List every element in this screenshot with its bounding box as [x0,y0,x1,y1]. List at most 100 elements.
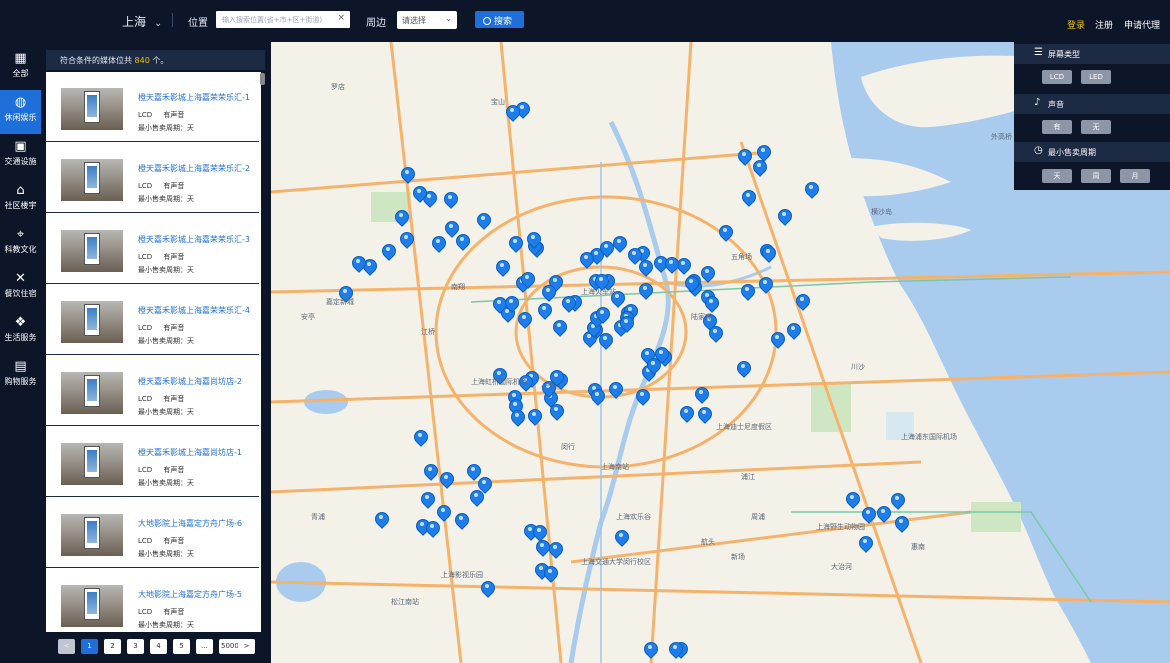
screen-type-option[interactable]: LCD [1042,70,1072,84]
map-pin-icon[interactable] [613,236,625,254]
rail-item-education[interactable]: ⌖ 科教文化 [0,222,41,266]
prev-page-button[interactable]: < [58,639,75,654]
location-input[interactable]: 输入搜索位置(省+市+区+街道) × [216,11,350,28]
media-list-item[interactable]: 橙天嘉禾影城上海嘉荣荣乐汇-1 LCD 有声音 最小售卖周期：天 [46,72,259,142]
map-pin-icon[interactable] [521,272,533,290]
map-pin-icon[interactable] [620,316,632,334]
media-title[interactable]: 大地影院上海嘉定方舟广场-6 [138,518,256,529]
screen-type-option[interactable]: LED [1081,70,1111,84]
map-pin-icon[interactable] [544,566,556,584]
map-pin-icon[interactable] [505,296,517,314]
map-pin-icon[interactable] [424,464,436,482]
city-selector[interactable]: 上海 ⌄ [122,13,162,30]
map-pin-icon[interactable] [528,409,540,427]
search-button[interactable]: 搜索 [475,11,524,28]
map-pin-icon[interactable] [680,406,692,424]
map-pin-icon[interactable] [628,248,640,266]
media-list-item[interactable]: 橙天嘉禾影城上海嘉荣荣乐汇-3 LCD 有声音 最小售卖周期：天 [46,214,259,284]
period-option[interactable]: 月 [1120,169,1150,183]
rail-item-all[interactable]: ▦ 全部 [0,46,41,90]
map-pin-icon[interactable] [600,241,612,259]
map-pin-icon[interactable] [709,326,721,344]
map-pin-icon[interactable] [401,167,413,185]
map-pin-icon[interactable] [639,260,651,278]
rail-item-transport[interactable]: ▣ 交通设施 [0,134,41,178]
page-button[interactable]: 4 [150,639,167,654]
map-pin-icon[interactable] [787,323,799,341]
map-pin-icon[interactable] [669,642,681,660]
map-pin-icon[interactable] [506,105,518,123]
map-pin-icon[interactable] [456,234,468,252]
map-pin-icon[interactable] [778,209,790,227]
media-list-item[interactable]: 大地影院上海嘉定方舟广场-5 LCD 有声音 最小售卖周期：天 [46,569,259,632]
nearby-select[interactable]: 请选择 ⌄ [397,11,457,29]
map-pin-icon[interactable] [440,472,452,490]
map-pin-icon[interactable] [685,276,697,294]
page-button[interactable]: 1 [81,639,98,654]
map-pin-icon[interactable] [414,430,426,448]
map-pin-icon[interactable] [753,160,765,178]
login-link[interactable]: 登录 [1067,18,1085,31]
map-pin-icon[interactable] [615,530,627,548]
map-pin-icon[interactable] [877,506,889,524]
map-pin-icon[interactable] [636,389,648,407]
scrollbar[interactable] [260,73,265,85]
media-title[interactable]: 橙天嘉禾影城上海嘉尚坊店-1 [138,447,256,458]
map-pin-icon[interactable] [382,244,394,262]
map-pin-icon[interactable] [737,361,749,379]
media-title[interactable]: 橙天嘉禾影城上海嘉荣荣乐汇-3 [138,234,256,245]
rail-item-dining[interactable]: ✕ 餐饮住宿 [0,266,41,310]
media-title[interactable]: 橙天嘉禾影城上海嘉尚坊店-2 [138,376,256,387]
media-list-item[interactable]: 橙天嘉禾影城上海嘉荣荣乐汇-2 LCD 有声音 最小售卖周期：天 [46,143,259,213]
map-pin-icon[interactable] [478,477,490,495]
map-pin-icon[interactable] [352,256,364,274]
map-pin-icon[interactable] [549,542,561,560]
map-pin-icon[interactable] [580,252,592,270]
map-pin-icon[interactable] [796,294,808,312]
map-pin-icon[interactable] [421,492,433,510]
map-pin-icon[interactable] [375,512,387,530]
map-pin-icon[interactable] [695,387,707,405]
map-pin-icon[interactable] [477,213,489,231]
media-list-item[interactable]: 橙天嘉禾影城上海嘉荣荣乐汇-4 LCD 有声音 最小售卖周期：天 [46,285,259,355]
map-pin-icon[interactable] [413,186,425,204]
map-pin-icon[interactable] [518,312,530,330]
map-pin-icon[interactable] [455,513,467,531]
map-pin-icon[interactable] [891,493,903,511]
map-pin-icon[interactable] [496,260,508,278]
period-option[interactable]: 周 [1081,169,1111,183]
page-button[interactable]: ... [196,639,213,654]
rail-item-entertainment[interactable]: ◍ 休闲娱乐 [0,90,41,134]
map-pin-icon[interactable] [511,410,523,428]
map-pin-icon[interactable] [562,296,574,314]
page-button[interactable]: 5 [173,639,190,654]
clear-icon[interactable]: × [337,13,345,23]
apply-agent-link[interactable]: 申请代理 [1124,18,1160,31]
page-button[interactable]: 2 [104,639,121,654]
register-link[interactable]: 注册 [1095,18,1113,31]
map-pin-icon[interactable] [400,232,412,250]
media-list-item[interactable]: 橙天嘉禾影城上海嘉尚坊店-2 LCD 有声音 最小售卖周期：天 [46,356,259,426]
map-pin-icon[interactable] [533,525,545,543]
map-pin-icon[interactable] [395,210,407,228]
map-pin-icon[interactable] [846,492,858,510]
media-list-item[interactable]: 大地影院上海嘉定方舟广场-6 LCD 有声音 最小售卖周期：天 [46,498,259,568]
map-pin-icon[interactable] [647,358,659,376]
map-pin-icon[interactable] [741,284,753,302]
map-pin-icon[interactable] [591,389,603,407]
media-title[interactable]: 橙天嘉禾影城上海嘉荣荣乐汇-2 [138,163,256,174]
map-pin-icon[interactable] [738,149,750,167]
map-pin-icon[interactable] [895,516,907,534]
map-pin-icon[interactable] [609,382,621,400]
map-pin-icon[interactable] [437,505,449,523]
media-title[interactable]: 橙天嘉禾影城上海嘉荣荣乐汇-4 [138,305,256,316]
next-page-button[interactable]: > [238,639,255,654]
map-pin-icon[interactable] [698,407,710,425]
map-pin-icon[interactable] [762,246,774,264]
map-pin-icon[interactable] [527,232,539,250]
map-pin-icon[interactable] [644,642,656,660]
map-pin-icon[interactable] [701,266,713,284]
rail-item-shopping[interactable]: ▤ 购物服务 [0,354,41,398]
sound-option[interactable]: 无 [1081,120,1111,134]
media-list-item[interactable]: 橙天嘉禾影城上海嘉尚坊店-1 LCD 有声音 最小售卖周期：天 [46,427,259,497]
